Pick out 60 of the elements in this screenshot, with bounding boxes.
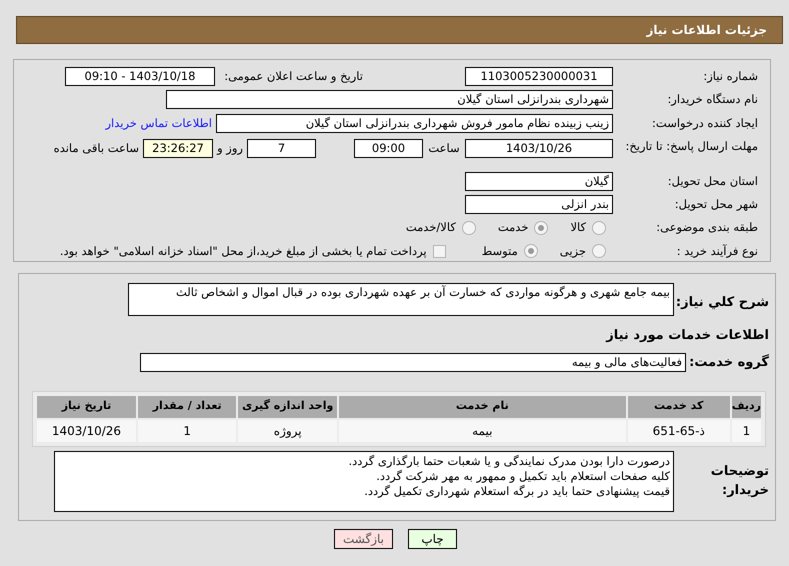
time-label: ساعت: [427, 140, 461, 157]
text-field[interactable]: فعالیت‌های مالی و بیمه: [140, 353, 686, 372]
field-label: شرح کلي نیاز:: [674, 294, 769, 312]
summary-textarea[interactable]: بیمه جامع شهری و هرگونه مواردی که خسارت آن بر عهده شهرداری بوده در قبال اموال و اشخاص ثالث: [128, 283, 674, 316]
field-label: استان محل تحویل:: [666, 172, 758, 190]
radio-label: خدمت: [498, 219, 528, 236]
text-field[interactable]: بندر انزلی: [465, 195, 613, 214]
text-field[interactable]: 1103005230000031: [465, 67, 613, 86]
field-label: شماره نیاز:: [702, 68, 758, 86]
checkbox[interactable]: [432, 244, 446, 258]
column-header: ردیف: [732, 396, 761, 418]
field-label: مهلت ارسال پاسخ: تا تاریخ:: [624, 138, 758, 153]
notes-textarea[interactable]: درصورت دارا بودن مدرک نمایندگی و یا شعبات حتما بارگذاری گردد. کلیه صفحات استعلام باید تکمیل و ممهور به مهر شرکت گردد. قیمت پیشنهادی حتما باید در برگه استعلام شهرداری تکمیل گردد.: [54, 450, 674, 512]
radio-label: متوسط: [482, 242, 518, 260]
print-button[interactable]: چاپ: [408, 529, 457, 549]
column-header: تعداد / مقدار: [138, 396, 236, 418]
radio-label: جزیی: [560, 242, 586, 260]
table-cell: 1: [138, 420, 236, 442]
header-bar: جزئیات اطلاعات نیاز: [16, 16, 783, 44]
column-header: نام خدمت: [338, 396, 626, 418]
radio-button[interactable]: [592, 221, 606, 236]
text-field[interactable]: 1403/10/26: [465, 138, 613, 158]
buyer-contact-link[interactable]: اطلاعات تماس خریدار: [105, 114, 212, 132]
table-cell: بیمه: [338, 420, 626, 442]
radio-label: کالا: [570, 219, 586, 236]
radio-button[interactable]: [592, 244, 606, 258]
remaining-label: ساعت باقی مانده: [54, 140, 139, 157]
radio-button[interactable]: [534, 221, 548, 236]
text-field[interactable]: زینب زبینده نظام مامور فروش شهرداری بندرانزلی استان گیلان: [216, 114, 613, 133]
section-heading: اطلاعات خدمات مورد نیاز: [604, 327, 769, 345]
text-field[interactable]: گیلان: [465, 172, 613, 191]
radio-button[interactable]: [462, 221, 476, 236]
note-line: کلیه صفحات استعلام باید تکمیل و ممهور به مهر شرکت گردد.: [375, 468, 670, 484]
days-label: روز و: [216, 140, 244, 157]
table-cell: ذ-65-651: [628, 420, 730, 442]
column-header: کد خدمت: [628, 396, 730, 418]
radio-label: کالا/خدمت: [406, 219, 456, 236]
table-cell: پروژه: [238, 420, 337, 442]
field-label: طبقه بندی موضوعی:: [655, 219, 758, 236]
text-field[interactable]: 23:26:27: [143, 138, 213, 158]
checkbox-label: پرداخت تمام یا بخشی از مبلغ خرید،از محل "اسناد خزانه اسلامی" خواهد بود.: [60, 242, 427, 260]
field-label: تاریخ و ساعت اعلان عمومی:: [223, 68, 363, 86]
field-label: نام دستگاه خریدار:: [666, 91, 758, 108]
table-cell: 1403/10/26: [37, 420, 136, 442]
radio-button[interactable]: [524, 244, 538, 258]
note-line: درصورت دارا بودن مدرک نمایندگی و یا شعبات حتما بارگذاری گردد.: [348, 454, 670, 468]
field-label: نوع فرآیند خرید :: [676, 242, 758, 260]
field-label: شهر محل تحویل:: [674, 196, 758, 214]
table-cell: 1: [732, 420, 761, 442]
text-field[interactable]: 1403/10/18 - 09:10: [65, 67, 215, 86]
field-label: گروه خدمت:: [688, 353, 769, 372]
text-field[interactable]: 09:00: [354, 138, 423, 158]
text-field[interactable]: شهرداری بندرانزلی استان گیلان: [166, 90, 613, 110]
column-header: واحد اندازه گیری: [238, 396, 337, 418]
note-line: قیمت پیشنهادی حتما باید در برگه استعلام شهرداری تکمیل گردد.: [363, 484, 670, 498]
column-header: تاریخ نیاز: [37, 396, 136, 418]
back-button[interactable]: بازگشت: [334, 529, 393, 549]
field-label: ایجاد کننده درخواست:: [651, 114, 758, 132]
field-label: توضیحات خریدار:: [710, 462, 769, 500]
text-field[interactable]: 7: [247, 138, 316, 158]
